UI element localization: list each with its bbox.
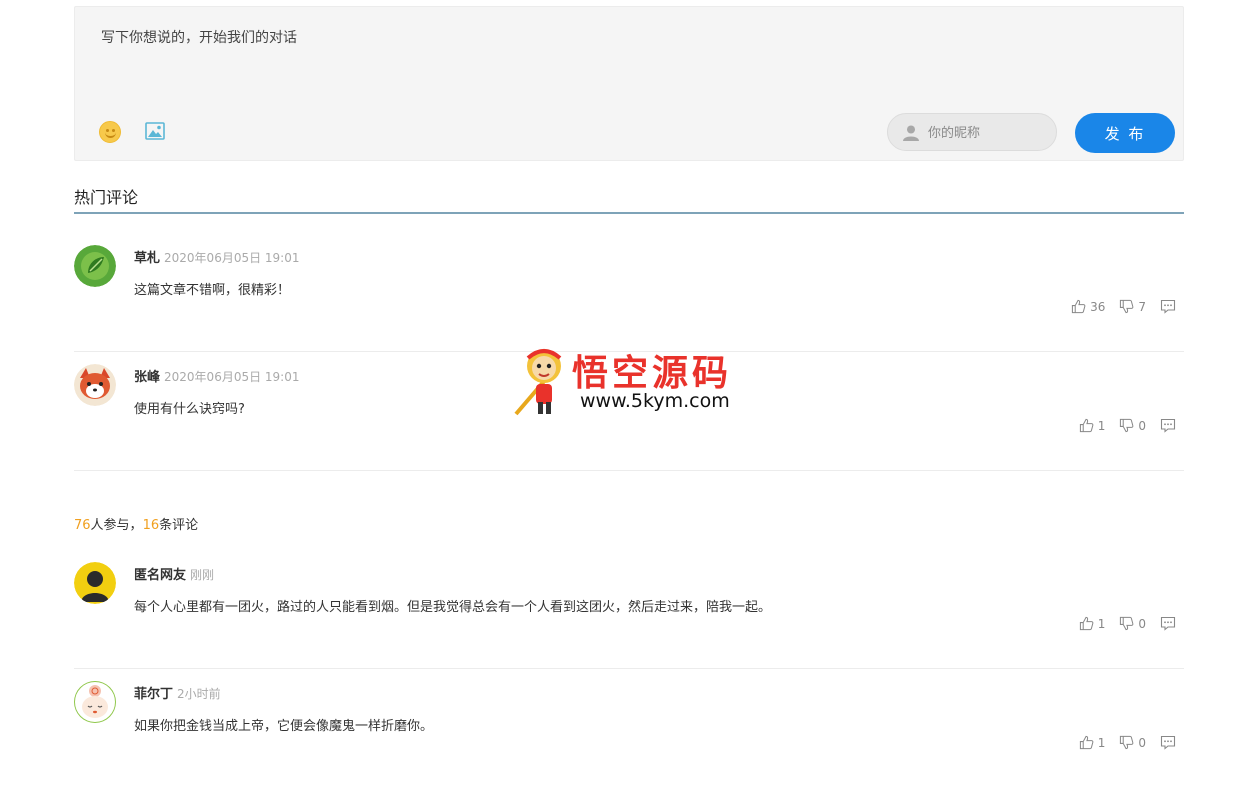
like-count: 1 (1097, 616, 1106, 631)
comment-item: 匿名网友 刚刚 每个人心里都有一团火，路过的人只能看到烟。但是我觉得总会有一个人看… (74, 550, 1184, 669)
comment-text: 这篇文章不错啊，很精彩！ (134, 283, 291, 298)
comment-text: 每个人心里都有一团火，路过的人只能看到烟。但是我觉得总会有一个人看到这团火，然后… (134, 600, 772, 615)
thumbs-up-icon (1071, 299, 1086, 314)
reply-button[interactable] (1160, 616, 1180, 631)
hot-comments-divider (74, 212, 1184, 214)
thumbs-up-icon (1079, 735, 1094, 750)
dislike-button[interactable]: 7 (1119, 299, 1146, 314)
like-button[interactable]: 1 (1079, 616, 1106, 631)
avatar[interactable] (74, 562, 116, 604)
avatar[interactable] (74, 364, 116, 406)
comment-author[interactable]: 菲尔丁 (134, 687, 173, 702)
emoji-icon[interactable] (99, 121, 121, 143)
comment-meta: 草札 2020年06月05日 19:01 (134, 247, 300, 266)
avatar[interactable] (74, 681, 116, 723)
watermark-url: www.5kym.com (580, 390, 730, 412)
nickname-field[interactable] (887, 113, 1057, 151)
comment-item: 草札 2020年06月05日 19:01 这篇文章不错啊，很精彩！ 36 7 (74, 233, 1184, 352)
reply-icon (1160, 735, 1176, 750)
comment-divider (74, 470, 1184, 471)
comment-count: 16 (142, 518, 160, 533)
comment-item: 菲尔丁 2小时前 如果你把金钱当成上帝，它便会像魔鬼一样折磨你。 1 0 (74, 669, 1184, 788)
avatar[interactable] (74, 245, 116, 287)
thumbs-down-icon (1120, 735, 1134, 750)
like-button[interactable]: 36 (1071, 299, 1105, 314)
dislike-button[interactable]: 0 (1119, 418, 1146, 433)
thumbs-down-icon (1120, 616, 1134, 631)
watermark-logo: 悟空源码 www.5kym.com (512, 344, 744, 418)
user-icon (903, 125, 919, 141)
dislike-count: 0 (1138, 616, 1146, 631)
like-count: 1 (1097, 735, 1106, 750)
reply-button[interactable] (1160, 299, 1180, 314)
like-count: 36 (1090, 299, 1106, 314)
comment-editor[interactable]: 写下你想说的，开始我们的对话 发 布 (74, 6, 1184, 161)
dislike-button[interactable]: 0 (1119, 616, 1146, 631)
comment-text: 使用有什么诀窍吗? (134, 402, 245, 417)
comment-author[interactable]: 匿名网友 (134, 568, 186, 583)
like-button[interactable]: 1 (1079, 735, 1106, 750)
participant-count: 76 (74, 518, 91, 533)
like-count: 1 (1097, 418, 1106, 433)
comment-meta: 匿名网友 刚刚 (134, 564, 214, 583)
comment-author[interactable]: 草札 (134, 251, 160, 266)
comment-text: 如果你把金钱当成上帝，它便会像魔鬼一样折磨你。 (134, 719, 434, 734)
comment-actions: 1 0 (1065, 616, 1180, 631)
like-button[interactable]: 1 (1079, 418, 1106, 433)
publish-button[interactable]: 发 布 (1075, 113, 1175, 153)
thumbs-down-icon (1120, 418, 1134, 433)
reply-button[interactable] (1160, 735, 1180, 750)
comment-time: 2小时前 (177, 687, 221, 701)
comment-textarea[interactable]: 写下你想说的，开始我们的对话 (101, 27, 297, 47)
comment-time: 刚刚 (190, 568, 215, 582)
image-icon[interactable] (145, 122, 165, 140)
watermark-title: 悟空源码 (572, 352, 733, 394)
dislike-count: 0 (1138, 735, 1146, 750)
comment-actions: 36 7 (1057, 299, 1180, 314)
thumbs-up-icon (1079, 616, 1094, 631)
comment-stats: 76人参与，16条评论 (74, 514, 198, 533)
hot-comments-title: 热门评论 (74, 188, 139, 207)
comment-count-label: 条评论 (159, 518, 199, 533)
comment-meta: 菲尔丁 2小时前 (134, 683, 221, 702)
reply-icon (1160, 616, 1176, 631)
dislike-count: 0 (1138, 418, 1146, 433)
reply-button[interactable] (1160, 418, 1180, 433)
comment-actions: 1 0 (1065, 735, 1180, 750)
dislike-count: 7 (1138, 299, 1146, 314)
dislike-button[interactable]: 0 (1119, 735, 1146, 750)
monkey-logo-icon (514, 349, 562, 416)
thumbs-down-icon (1120, 299, 1134, 314)
reply-icon (1160, 418, 1176, 433)
thumbs-up-icon (1079, 418, 1094, 433)
comment-time: 2020年06月05日 19:01 (164, 370, 300, 384)
comment-actions: 1 0 (1065, 418, 1180, 433)
reply-icon (1160, 299, 1176, 314)
nickname-input[interactable] (926, 122, 1050, 144)
participant-label: 人参与， (90, 518, 143, 533)
comment-author[interactable]: 张峰 (134, 370, 160, 385)
comment-time: 2020年06月05日 19:01 (164, 251, 300, 265)
comment-meta: 张峰 2020年06月05日 19:01 (134, 366, 300, 385)
